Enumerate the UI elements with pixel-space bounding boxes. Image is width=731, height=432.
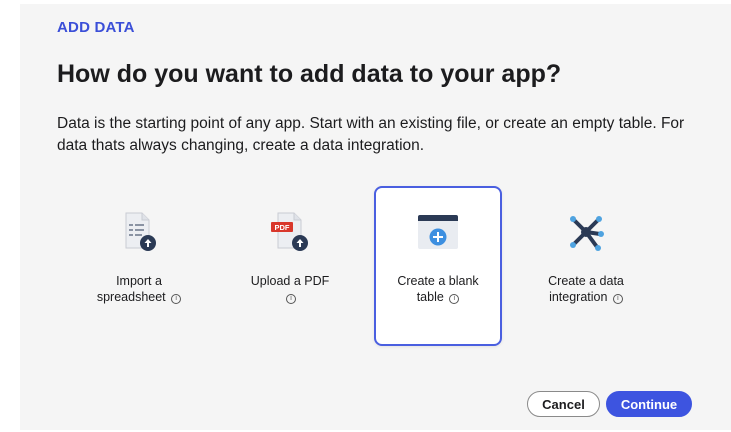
option-create-data-integration[interactable]: Create a data integration i xyxy=(522,186,650,346)
dialog-description: Data is the starting point of any app. S… xyxy=(57,115,685,154)
continue-button[interactable]: Continue xyxy=(606,391,692,417)
option-label: Create a data integration i xyxy=(548,274,624,304)
cancel-button[interactable]: Cancel xyxy=(527,391,600,417)
pdf-upload-icon: PDF xyxy=(271,212,308,251)
dialog-eyebrow: ADD DATA xyxy=(57,19,135,36)
option-label: Upload a PDF i xyxy=(250,274,330,304)
dialog-title: How do you want to add data to your app? xyxy=(57,60,562,88)
info-icon[interactable]: i xyxy=(449,294,460,304)
option-upload-pdf[interactable]: PDF Upload a PDF i xyxy=(226,186,354,346)
info-icon[interactable]: i xyxy=(171,294,182,304)
option-label: Import a spreadsheet i xyxy=(77,273,201,305)
data-integration-network-icon xyxy=(570,216,604,251)
info-icon[interactable]: i xyxy=(286,294,296,304)
option-label: Create a blank table i xyxy=(397,274,479,304)
info-icon[interactable]: i xyxy=(612,294,623,304)
blank-table-add-icon xyxy=(418,215,458,249)
option-create-blank-table[interactable]: Create a blank table i xyxy=(374,186,502,346)
spreadsheet-upload-icon xyxy=(125,212,156,251)
option-import-spreadsheet[interactable]: Import a spreadsheet i xyxy=(75,186,203,346)
svg-text:PDF: PDF xyxy=(275,223,290,232)
add-data-dialog: ADD DATA How do you want to add data to … xyxy=(20,4,731,430)
